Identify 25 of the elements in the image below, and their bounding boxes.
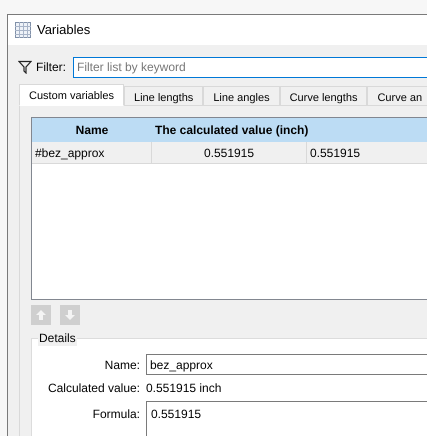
grid-icon — [15, 22, 31, 38]
column-header[interactable]: The calculated value (inch) — [152, 118, 307, 142]
tab[interactable]: Curve an — [367, 86, 427, 106]
window-title: Variables — [37, 21, 90, 40]
name-field[interactable]: bez_approx — [146, 354, 427, 375]
table-cell-text: #bez_approx — [35, 144, 104, 162]
formula-field[interactable]: 0.551915 — [146, 401, 427, 436]
table-cell-text: 0.551915 — [310, 144, 360, 162]
tab[interactable]: Custom variables — [19, 84, 124, 106]
down-arrow-icon — [64, 309, 76, 321]
tab[interactable]: Curve lengths — [280, 86, 368, 106]
calculated-value-label: Calculated value: — [46, 380, 140, 397]
column-header[interactable]: Name — [32, 118, 152, 142]
filter-field[interactable]: Filter list by keyword — [73, 56, 427, 78]
table-row[interactable]: #bez_approx 0.551915 0.551915 — [32, 142, 427, 164]
filter-icon — [18, 60, 32, 74]
formula-label: Formula: — [92, 406, 140, 423]
table-cell-text: 0.551915 — [204, 144, 254, 162]
group-title: Details — [38, 330, 77, 346]
name-label: Name: — [104, 356, 140, 374]
up-arrow-icon — [35, 309, 47, 321]
calculated-value: 0.551915 inch — [146, 380, 222, 397]
tab[interactable]: Line lengths — [124, 86, 204, 106]
tab[interactable]: Line angles — [203, 86, 280, 106]
filter-label: Filter: — [36, 59, 66, 76]
